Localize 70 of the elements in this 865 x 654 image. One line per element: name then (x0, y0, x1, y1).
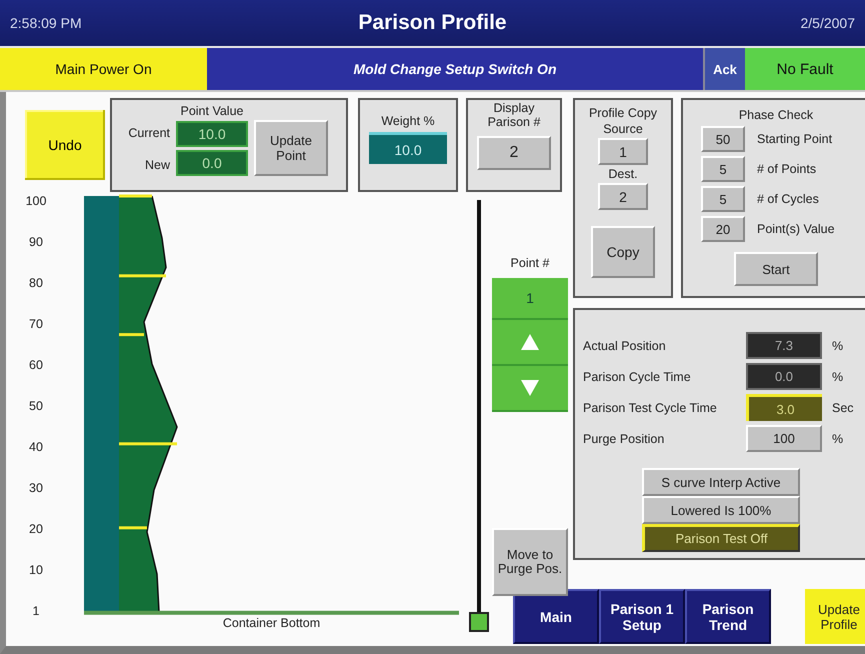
readout-value: 3.0 (746, 394, 822, 421)
axis-label: 1 (32, 604, 40, 618)
axis-label: 70 (29, 317, 43, 331)
panel-title: Profile Copy (588, 106, 658, 120)
toggle-button[interactable]: Lowered Is 100% (642, 496, 800, 524)
phase-value-field[interactable]: 50 (701, 126, 745, 152)
point-slider[interactable] (469, 200, 489, 634)
current-label: Current (128, 126, 170, 140)
axis-label: 60 (29, 358, 43, 372)
axis-label: 100 (26, 194, 46, 208)
readout-value: 0.0 (746, 363, 822, 390)
phase-label: Starting Point (757, 132, 832, 146)
axis-label: 50 (29, 399, 43, 413)
readout-label: Parison Cycle Time (583, 370, 692, 384)
toggle-button[interactable]: Parison Test Off (642, 524, 800, 552)
dest-field[interactable]: 2 (598, 183, 648, 210)
nav-button[interactable]: Parison 1 Setup (599, 589, 685, 644)
readout-label: Actual Position (583, 338, 667, 352)
date-text: 2/5/2007 (800, 15, 855, 31)
readout-label: Parison Test Cycle Time (583, 400, 718, 414)
panel-title: Display Parison # (486, 102, 542, 130)
clock-time: 2:58:09 PM (10, 15, 83, 31)
panel-title: Weight % (381, 114, 435, 128)
phase-value-field[interactable]: 5 (701, 156, 745, 182)
source-field[interactable]: 1 (598, 138, 648, 165)
start-button[interactable]: Start (734, 252, 818, 286)
purge-button[interactable]: Move to Purge Pos. (492, 528, 568, 596)
point-label: Point # (510, 256, 550, 270)
axis-label: 80 (29, 276, 43, 290)
nav-button[interactable]: Parison Trend (685, 589, 771, 644)
up-arrow-icon (521, 334, 539, 350)
source-label: Source (603, 122, 643, 136)
dest-label: Dest. (608, 167, 638, 181)
update-point-button[interactable]: Update Point (254, 120, 328, 176)
panel-title: Point Value (180, 104, 244, 118)
unit-label: % (832, 338, 844, 352)
status-indicator: Main Power On (0, 48, 207, 90)
phase-value-field[interactable]: 5 (701, 186, 745, 212)
phase-label: Point(s) Value (757, 222, 835, 236)
axis-label: 90 (29, 235, 43, 249)
weight-value-field[interactable]: 10.0 (369, 132, 447, 164)
parison-number-field[interactable]: 2 (477, 136, 551, 170)
axis-label: 10 (29, 563, 43, 577)
undo-button[interactable]: Undo (25, 110, 105, 180)
current-value: 10.0 (176, 121, 248, 147)
unit-label: % (832, 432, 844, 446)
axis-label: 20 (29, 522, 43, 536)
ack-button[interactable]: Ack (703, 48, 745, 90)
axis-label: 40 (29, 440, 43, 454)
readout-label: Purge Position (583, 432, 666, 446)
new-value-field[interactable]: 0.0 (176, 150, 248, 176)
new-label: New (144, 158, 170, 172)
phase-value-field[interactable]: 20 (701, 216, 745, 242)
readout-value: 7.3 (746, 332, 822, 359)
nav-button[interactable]: Main (513, 589, 599, 644)
panel-title: Phase Check (738, 108, 814, 122)
phase-label: # of Cycles (757, 192, 819, 206)
window-title: Parison Profile (358, 11, 507, 35)
phase-label: # of Points (757, 162, 816, 176)
unit-label: Sec (832, 400, 854, 414)
copy-button[interactable]: Copy (591, 226, 655, 278)
toggle-button[interactable]: S curve Interp Active (642, 468, 800, 496)
readout-field[interactable]: 100 (746, 425, 822, 452)
status-indicator: No Fault (745, 48, 865, 90)
axis-label: 30 (29, 481, 43, 495)
unit-label: % (832, 370, 844, 384)
down-arrow-icon (521, 380, 539, 396)
alarm-banner: Mold Change Setup Switch On (207, 48, 703, 90)
axis-caption: Container Bottom (222, 616, 320, 630)
update-profile-button[interactable]: Update Profile (805, 589, 865, 644)
